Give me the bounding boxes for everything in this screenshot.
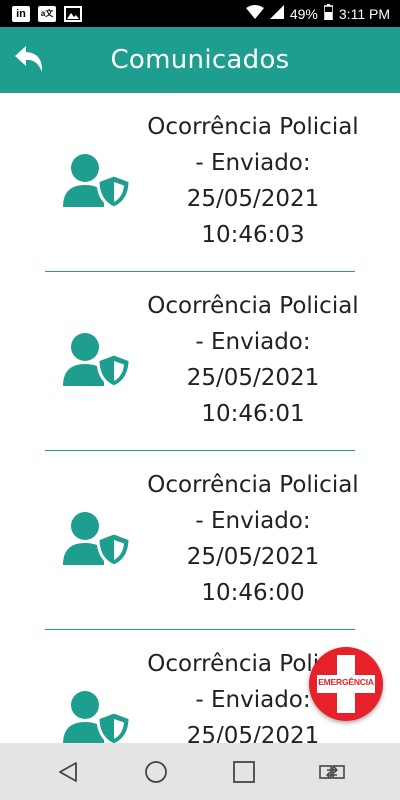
notice-sent-label: - Enviado: — [195, 508, 311, 534]
notice-text: Ocorrência Policial - Enviado: 25/05/202… — [141, 467, 365, 611]
notice-text: Ocorrência Policial - Enviado: 25/05/202… — [141, 288, 365, 432]
notice-time: 10:46:00 — [201, 580, 305, 606]
police-user-icon — [60, 330, 132, 390]
app-bar: Comunicados — [0, 27, 400, 93]
notice-time: 10:46:03 — [201, 222, 305, 248]
status-bar: in a文 49% 3:11 PM — [0, 0, 400, 27]
wifi-icon — [245, 5, 264, 22]
notice-list[interactable]: Ocorrência Policial - Enviado: 25/05/202… — [0, 93, 400, 743]
linkedin-icon: in — [12, 5, 30, 22]
police-user-icon — [60, 509, 132, 569]
nav-recents-button[interactable] — [224, 752, 264, 792]
nav-back-button[interactable] — [48, 752, 88, 792]
notice-time: 10:46:01 — [201, 401, 305, 427]
system-nav-bar — [0, 743, 400, 800]
notice-date: 25/05/2021 — [186, 186, 320, 212]
notice-date: 25/05/2021 — [186, 365, 320, 391]
page-title: Comunicados — [110, 45, 290, 75]
police-user-icon — [60, 688, 132, 743]
notice-type: Ocorrência Policial — [147, 293, 359, 319]
list-item[interactable]: Ocorrência Policial - Enviado: 25/05/202… — [45, 451, 359, 630]
police-user-icon — [60, 151, 132, 211]
translate-icon: a文 — [38, 5, 56, 22]
emergency-label: EMERGÊNCIA — [318, 677, 374, 687]
notice-sent-label: - Enviado: — [195, 329, 311, 355]
status-notifications: in a文 — [12, 5, 82, 22]
emergency-button[interactable]: EMERGÊNCIA — [309, 647, 383, 721]
list-item[interactable]: Ocorrência Policial - Enviado: 25/05/202… — [45, 93, 359, 272]
recents-square-icon — [233, 760, 255, 783]
home-circle-icon — [145, 760, 167, 783]
notice-sent-label: - Enviado: — [195, 150, 311, 176]
nav-switch-button[interactable] — [312, 752, 352, 792]
switch-app-icon — [319, 764, 345, 779]
notice-date: 25/05/2021 — [186, 544, 320, 570]
battery-percent: 49% — [289, 5, 318, 22]
notice-text: Ocorrência Policial - Enviado: 25/05/202… — [141, 109, 365, 253]
signal-icon — [269, 5, 284, 22]
status-system: 49% 3:11 PM — [245, 4, 390, 23]
clock: 3:11 PM — [338, 5, 390, 22]
nav-home-button[interactable] — [136, 752, 176, 792]
notice-type: Ocorrência Policial — [147, 472, 359, 498]
notice-type: Ocorrência Policial — [147, 114, 359, 140]
notice-date: 25/05/2021 — [186, 723, 320, 743]
back-triangle-icon — [59, 761, 77, 782]
list-item[interactable]: Ocorrência Policial - Enviado: 25/05/202… — [45, 272, 359, 451]
battery-icon — [323, 4, 334, 23]
image-icon — [64, 5, 82, 22]
